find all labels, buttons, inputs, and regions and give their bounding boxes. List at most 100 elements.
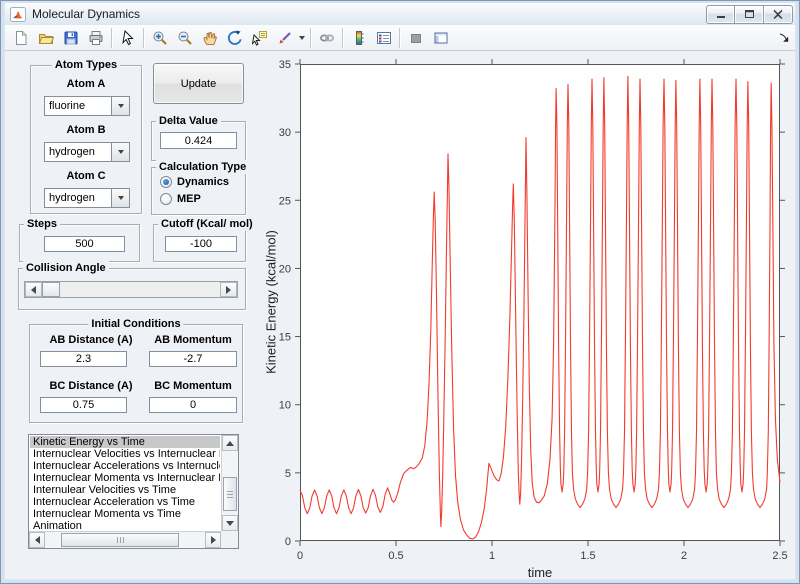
- rotate-3d-button[interactable]: [222, 26, 247, 50]
- arrow-right-icon: [211, 536, 216, 544]
- chevron-down-icon: [118, 150, 124, 154]
- slider-left-arrow-button[interactable]: [25, 282, 42, 297]
- show-plot-tools-dock-button[interactable]: [428, 26, 453, 50]
- y-axis-label: Kinetic Energy (kcal/mol): [264, 230, 279, 374]
- pointer-button[interactable]: [115, 26, 140, 50]
- svg-text:0: 0: [297, 550, 303, 562]
- list-item[interactable]: Internulear Velocities vs Time: [30, 484, 220, 496]
- toolbar-separator: [342, 28, 343, 48]
- hand-pan-icon: [202, 30, 218, 46]
- dock-figure-icon[interactable]: [778, 32, 790, 44]
- insert-legend-button[interactable]: [371, 26, 396, 50]
- svg-text:10: 10: [279, 400, 291, 412]
- listbox-items: Kinetic Energy vs Time Internuclear Velo…: [30, 436, 220, 530]
- panel-title: Collision Angle: [23, 261, 109, 275]
- radio-mep[interactable]: MEP: [160, 193, 201, 205]
- radio-unselected-icon: [160, 193, 172, 205]
- chevron-down-icon: [118, 196, 124, 200]
- toolbar-separator: [143, 28, 144, 48]
- svg-text:1: 1: [489, 550, 495, 562]
- brush-icon: [277, 30, 293, 46]
- scroll-right-button[interactable]: [205, 532, 221, 548]
- hide-plot-tools-button[interactable]: [403, 26, 428, 50]
- atom-b-select[interactable]: hydrogen: [44, 142, 130, 162]
- horizontal-scroll-thumb[interactable]: [61, 533, 179, 547]
- cutoff-panel: Cutoff (Kcal/ mol): [153, 224, 246, 262]
- ab-momentum-label: AB Momentum: [148, 334, 238, 346]
- scroll-left-button[interactable]: [29, 532, 45, 548]
- list-item[interactable]: Animation: [30, 520, 220, 530]
- horizontal-scrollbar[interactable]: [29, 531, 221, 548]
- atom-c-select[interactable]: hydrogen: [44, 188, 130, 208]
- pointer-arrow-icon: [120, 30, 136, 46]
- titlebar: Molecular Dynamics: [5, 3, 795, 25]
- open-file-button[interactable]: [33, 26, 58, 50]
- brush-button[interactable]: [272, 26, 297, 50]
- dropdown-button[interactable]: [111, 143, 129, 161]
- maximize-icon: [744, 9, 755, 19]
- brush-dropdown-caret[interactable]: [299, 36, 305, 40]
- bc-momentum-label: BC Momentum: [148, 380, 238, 392]
- close-button[interactable]: [764, 5, 793, 24]
- printer-icon: [88, 30, 104, 46]
- list-item[interactable]: Kinetic Energy vs Time: [30, 436, 220, 448]
- open-folder-icon: [38, 30, 54, 46]
- scroll-up-button[interactable]: [222, 435, 238, 451]
- list-item[interactable]: Internuclear Acceleration vs Time: [30, 496, 220, 508]
- toolbar-separator: [111, 28, 112, 48]
- delta-value-field[interactable]: [160, 132, 237, 149]
- maximize-button[interactable]: [735, 5, 764, 24]
- list-item[interactable]: Internuclear Velocities vs Internuclear …: [30, 448, 220, 460]
- data-cursor-button[interactable]: [247, 26, 272, 50]
- atom-types-panel: Atom Types Atom A fluorine Atom B hydrog…: [30, 65, 142, 214]
- vertical-scroll-thumb[interactable]: [223, 477, 237, 511]
- zoom-in-button[interactable]: [147, 26, 172, 50]
- print-button[interactable]: [83, 26, 108, 50]
- ab-momentum-field[interactable]: [149, 351, 237, 367]
- atom-a-select[interactable]: fluorine: [44, 96, 130, 116]
- collision-angle-slider[interactable]: [24, 281, 238, 298]
- zoom-out-icon: [177, 30, 193, 46]
- save-floppy-icon: [63, 30, 79, 46]
- list-item[interactable]: Internuclear Momenta vs Time: [30, 508, 220, 520]
- kinetic-energy-plot: 00.511.522.505101520253035: [300, 64, 780, 541]
- cutoff-field[interactable]: [165, 236, 237, 252]
- steps-field[interactable]: [44, 236, 125, 252]
- rotate-3d-icon: [227, 30, 243, 46]
- plot-type-listbox: Kinetic Energy vs Time Internuclear Velo…: [28, 434, 239, 549]
- minimize-button[interactable]: [706, 5, 735, 24]
- list-item[interactable]: Internuclear Accelerations vs Internucle…: [30, 460, 220, 472]
- arrow-up-icon: [226, 441, 234, 446]
- slider-thumb[interactable]: [42, 282, 60, 297]
- close-icon: [773, 10, 783, 19]
- new-file-button[interactable]: [8, 26, 33, 50]
- scrollbar-corner: [221, 531, 238, 548]
- initial-conditions-panel: Initial Conditions AB Distance (A) AB Mo…: [29, 324, 243, 423]
- radio-dynamics[interactable]: Dynamics: [160, 176, 229, 188]
- ab-distance-field[interactable]: [40, 351, 127, 367]
- slider-right-arrow-button[interactable]: [220, 282, 237, 297]
- vertical-scrollbar[interactable]: [221, 435, 238, 531]
- window-title: Molecular Dynamics: [32, 7, 140, 21]
- toolbar-separator: [310, 28, 311, 48]
- dropdown-button[interactable]: [111, 189, 129, 207]
- insert-colorbar-button[interactable]: [346, 26, 371, 50]
- bc-momentum-field[interactable]: [149, 397, 237, 413]
- legend-icon: [376, 30, 392, 46]
- svg-text:0: 0: [285, 536, 291, 548]
- atom-c-label: Atom C: [31, 170, 141, 182]
- pan-button[interactable]: [197, 26, 222, 50]
- svg-text:30: 30: [279, 127, 291, 139]
- zoom-out-button[interactable]: [172, 26, 197, 50]
- list-item[interactable]: Internuclear Momenta vs Internuclear Dis…: [30, 472, 220, 484]
- hide-plot-tools-icon: [408, 30, 424, 46]
- link-plot-button[interactable]: [314, 26, 339, 50]
- update-button[interactable]: Update: [153, 63, 244, 104]
- scroll-down-button[interactable]: [222, 515, 238, 531]
- bc-distance-field[interactable]: [40, 397, 127, 413]
- panel-title: Delta Value: [156, 114, 221, 128]
- dropdown-button[interactable]: [111, 97, 129, 115]
- atom-b-label: Atom B: [31, 124, 141, 136]
- svg-text:15: 15: [279, 332, 291, 344]
- save-button[interactable]: [58, 26, 83, 50]
